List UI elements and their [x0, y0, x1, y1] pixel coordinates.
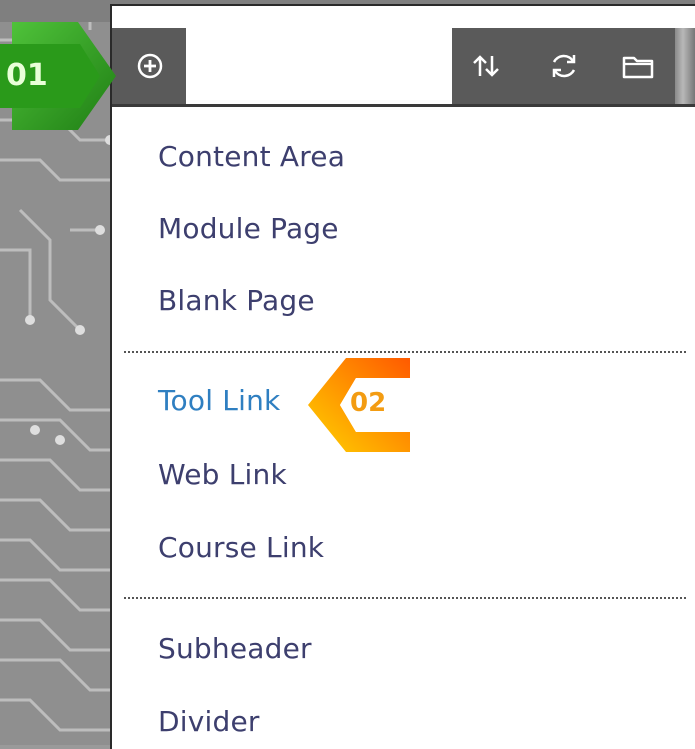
step-01-callout: 01 [0, 22, 120, 130]
folder-button[interactable] [610, 34, 666, 98]
plus-circle-icon [137, 53, 163, 79]
scrollbar[interactable] [675, 28, 695, 104]
menu-toolbar [112, 28, 695, 107]
step-01-label: 01 [6, 58, 48, 93]
refresh-icon [552, 54, 576, 78]
menu-item-content-area[interactable]: Content Area [158, 140, 345, 173]
menu-item-course-link[interactable]: Course Link [158, 531, 324, 564]
menu-divider [124, 351, 686, 353]
menu-item-tool-link[interactable]: Tool Link [158, 384, 280, 417]
reorder-button[interactable] [458, 34, 514, 98]
menu-divider [124, 597, 686, 599]
menu-item-web-link[interactable]: Web Link [158, 458, 287, 491]
add-menu-item-button[interactable] [116, 34, 184, 98]
menu-item-module-page[interactable]: Module Page [158, 212, 339, 245]
step-02-callout: 02 [306, 358, 412, 452]
step-02-label: 02 [350, 388, 387, 418]
menu-item-blank-page[interactable]: Blank Page [158, 284, 315, 317]
refresh-button[interactable] [536, 34, 592, 98]
folder-icon [622, 56, 654, 79]
sort-arrows-icon [473, 55, 499, 77]
menu-item-subheader[interactable]: Subheader [158, 632, 312, 665]
menu-item-name-input[interactable] [186, 28, 452, 104]
menu-item-divider[interactable]: Divider [158, 705, 260, 738]
